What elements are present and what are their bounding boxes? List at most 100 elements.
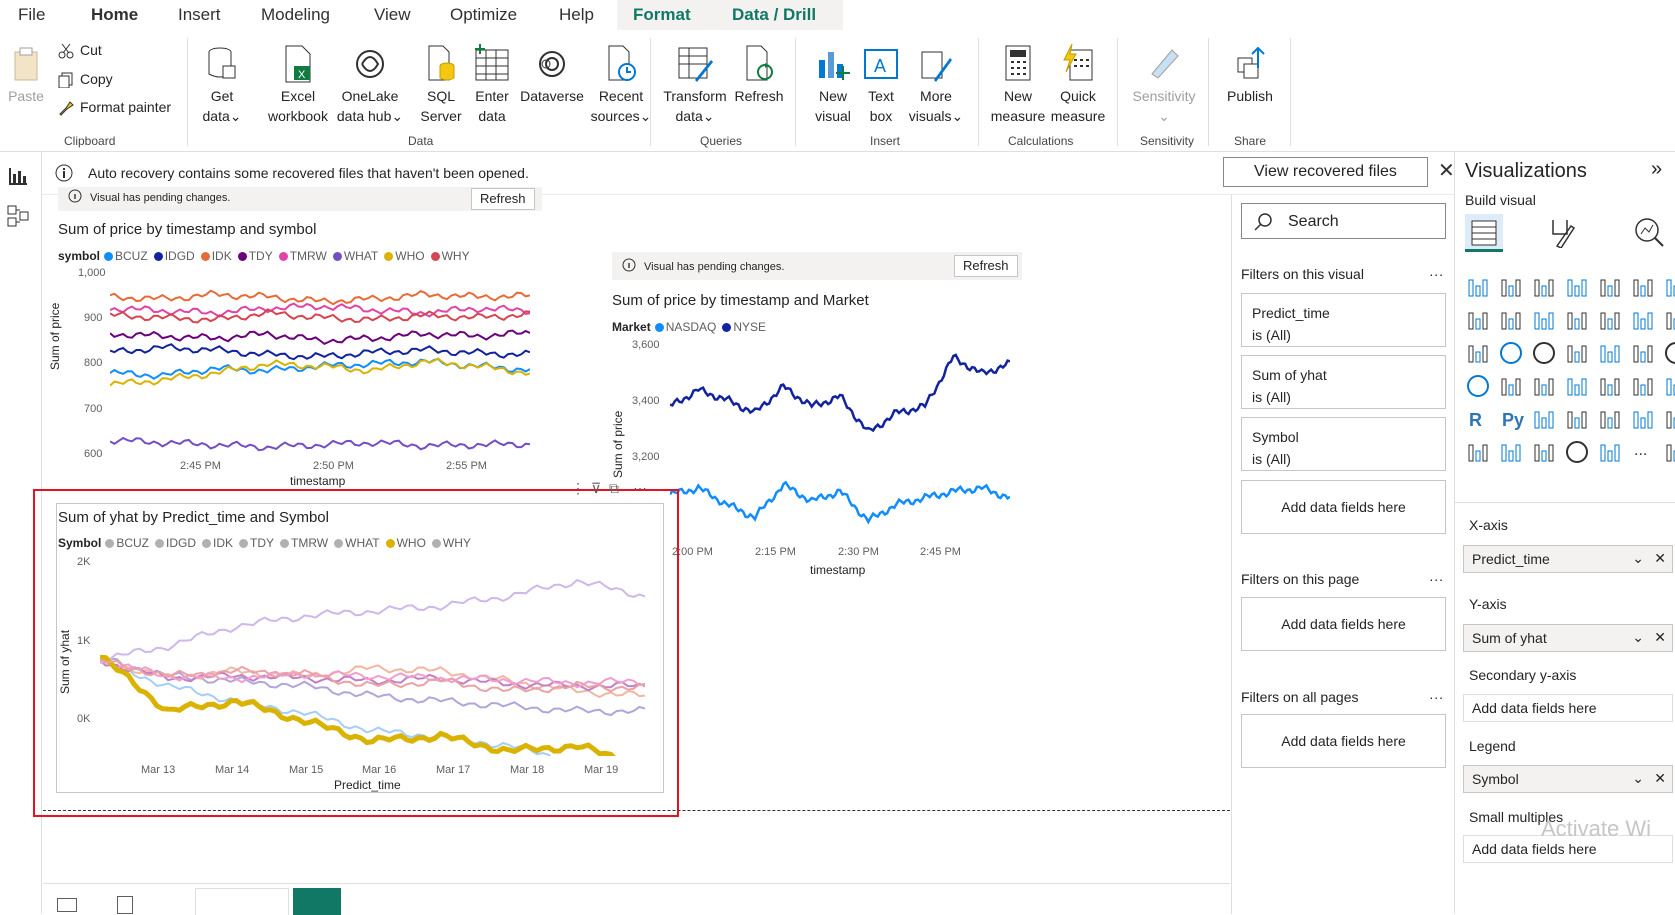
series-line-what[interactable]	[100, 578, 645, 664]
legend-item[interactable]: WHY	[430, 249, 470, 263]
paginated-icon[interactable]	[1663, 406, 1675, 432]
chevron-down-icon[interactable]: ⌄	[1632, 629, 1644, 646]
series-line-bcuz[interactable]	[110, 357, 530, 380]
menu-insert[interactable]: Insert	[178, 5, 221, 25]
report-view-icon[interactable]	[8, 166, 28, 186]
page-tab[interactable]	[195, 888, 289, 915]
line-chart-price-symbol[interactable]	[110, 269, 530, 454]
publish-button[interactable]: Publish	[1220, 44, 1280, 106]
add-page-button[interactable]	[293, 888, 341, 915]
more-icon[interactable]: ...	[1630, 439, 1656, 465]
legend-item[interactable]: NASDAQ	[654, 320, 716, 334]
100-bar-icon[interactable]	[1597, 274, 1623, 300]
legend-item[interactable]: IDK	[202, 536, 233, 550]
table-icon[interactable]	[1630, 373, 1656, 399]
key-influencers-icon[interactable]	[1531, 406, 1557, 432]
menu-format[interactable]: Format	[633, 5, 691, 25]
paste-button[interactable]: Paste	[8, 44, 44, 106]
stacked-column-icon[interactable]	[1498, 274, 1524, 300]
secondary-y-axis-field-well[interactable]: Add data fields here	[1463, 694, 1673, 722]
sql-server-button[interactable]: SQL Server	[417, 44, 465, 126]
legend-item[interactable]: WHO	[385, 536, 426, 550]
series-line-nyse[interactable]	[670, 353, 1010, 433]
menu-file[interactable]: File	[18, 5, 45, 25]
build-visual-tab[interactable]	[1465, 214, 1503, 252]
format-visual-icon[interactable]	[1547, 216, 1577, 248]
ribbon-icon[interactable]	[1597, 307, 1623, 333]
new-measure-button[interactable]: New measure	[990, 44, 1046, 126]
stacked-bar-icon[interactable]	[1465, 274, 1491, 300]
line-chart-yhat-symbol[interactable]	[100, 556, 645, 756]
sensitivity-button[interactable]: Sensitivity ⌄	[1128, 44, 1200, 126]
chevron-down-icon[interactable]: ⌄	[1632, 550, 1644, 567]
legend-item[interactable]: TMRW	[278, 249, 327, 263]
gauge-icon[interactable]	[1465, 373, 1491, 399]
map-icon[interactable]	[1597, 340, 1623, 366]
scatter-icon[interactable]	[1465, 340, 1491, 366]
page-nav-icon[interactable]	[57, 898, 77, 912]
clustered-bar-icon[interactable]	[1531, 274, 1557, 300]
qa-icon[interactable]	[1597, 406, 1623, 432]
menu-view[interactable]: View	[374, 5, 411, 25]
ellipsis-icon[interactable]: ⋯	[633, 480, 647, 497]
copy-button[interactable]: Copy	[58, 71, 113, 89]
legend-item[interactable]: IDGD	[155, 536, 196, 550]
kpi-icon[interactable]	[1564, 373, 1590, 399]
page-nav-icon[interactable]	[117, 896, 133, 914]
legend-item[interactable]: WHY	[431, 536, 471, 550]
new-visual-button[interactable]: New visual	[810, 44, 856, 126]
filter-card-predict-time[interactable]: Predict_time is (All)	[1241, 293, 1446, 347]
funnel-icon[interactable]	[1663, 307, 1675, 333]
line-icon[interactable]	[1663, 274, 1675, 300]
enter-data-button[interactable]: Enter data	[471, 44, 513, 126]
remove-field-icon[interactable]: ✕	[1654, 770, 1666, 787]
legend-item[interactable]: IDGD	[153, 249, 195, 263]
get-data-button[interactable]: Get data⌄	[198, 44, 246, 126]
view-recovered-files-button[interactable]: View recovered files	[1223, 157, 1428, 187]
more-options-icon[interactable]: ⋮	[571, 480, 585, 497]
remove-field-icon[interactable]: ✕	[1654, 629, 1666, 646]
visual-icon[interactable]	[1663, 439, 1675, 465]
more-options-icon[interactable]: ...	[1429, 263, 1444, 279]
series-line-nasdaq[interactable]	[670, 480, 1010, 525]
close-icon[interactable]: ✕	[1438, 158, 1455, 183]
text-box-button[interactable]: A Text box	[862, 44, 900, 126]
add-page-filter-drop[interactable]: Add data fields here	[1241, 597, 1446, 651]
y-axis-field-well[interactable]: Sum of yhat ⌄ ✕	[1463, 624, 1673, 652]
arcgis-icon[interactable]	[1564, 439, 1590, 465]
legend-item[interactable]: BCUZ	[105, 536, 149, 550]
series-line-idgd[interactable]	[110, 343, 530, 361]
chevron-down-icon[interactable]: ⌄	[1632, 770, 1644, 787]
onelake-button[interactable]: OneLake data hub⌄	[335, 44, 405, 126]
legend-item[interactable]: IDK	[200, 249, 232, 263]
menu-home[interactable]: Home	[91, 5, 139, 34]
chart-legend[interactable]: Symbol BCUZ IDGD IDK TDY TMRW WHAT WHO WHY	[58, 536, 477, 550]
slicer-icon[interactable]	[1597, 373, 1623, 399]
menu-help[interactable]: Help	[559, 5, 594, 25]
more-visuals-button[interactable]: More visuals⌄	[906, 44, 966, 126]
legend-item[interactable]: NYSE	[722, 320, 766, 334]
add-visual-filter-drop[interactable]: Add data fields here	[1241, 480, 1446, 534]
series-line-what[interactable]	[110, 436, 530, 452]
menu-modeling[interactable]: Modeling	[261, 5, 330, 25]
chart-legend[interactable]: Market NASDAQ NYSE	[612, 320, 772, 334]
legend-item[interactable]: TMRW	[280, 536, 328, 550]
visual-refresh-button[interactable]: Refresh	[954, 255, 1018, 277]
python-visual-icon[interactable]: Py	[1498, 406, 1524, 432]
area-icon[interactable]	[1465, 307, 1491, 333]
menu-optimize[interactable]: Optimize	[450, 5, 517, 25]
analytics-icon[interactable]	[1633, 216, 1665, 248]
chart-legend[interactable]: symbol BCUZ IDGD IDK TDY TMRW WHAT WHO WHY	[58, 249, 476, 263]
series-line-why[interactable]	[110, 308, 530, 324]
treemap-icon[interactable]	[1564, 340, 1590, 366]
series-line-idk[interactable]	[110, 289, 530, 306]
quick-measure-button[interactable]: Quick measure	[1048, 44, 1108, 126]
power-automate-icon[interactable]	[1531, 439, 1557, 465]
multi-row-card-icon[interactable]	[1531, 373, 1557, 399]
visual-refresh-button[interactable]: Refresh	[471, 188, 535, 210]
azure-map-icon[interactable]	[1663, 340, 1675, 366]
menu-data-drill[interactable]: Data / Drill	[732, 5, 816, 25]
legend-item[interactable]: TDY	[237, 249, 273, 263]
clustered-column-icon[interactable]	[1564, 274, 1590, 300]
recent-sources-button[interactable]: Recent sources⌄	[588, 44, 654, 126]
